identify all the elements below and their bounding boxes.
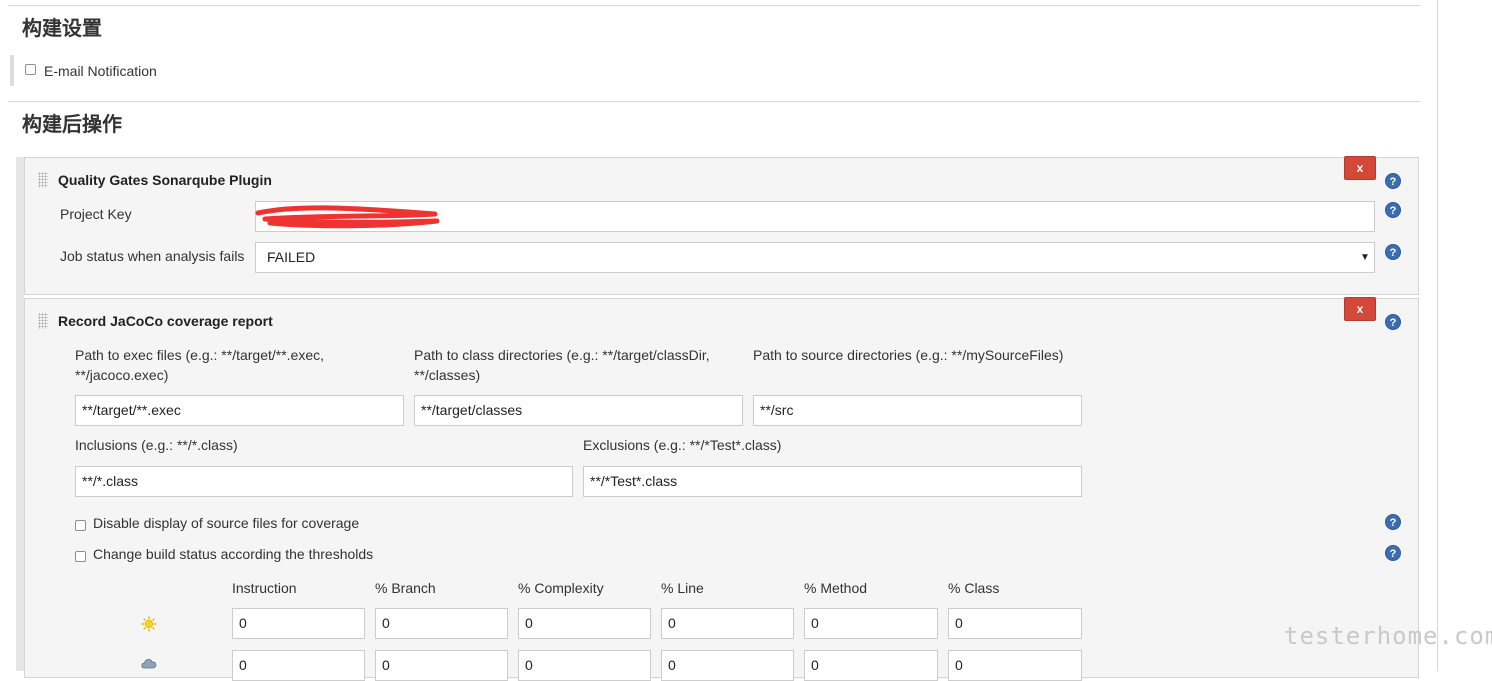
threshold-header-line: % Line (661, 580, 704, 596)
jacoco-drag-handle[interactable] (38, 313, 48, 329)
exec-files-label: Path to exec files (e.g.: **/target/**.e… (75, 347, 325, 383)
threshold-cloudy-class[interactable]: 0 (948, 650, 1082, 681)
sunny-icon (141, 616, 157, 632)
chevron-down-icon: ▼ (1360, 252, 1370, 263)
exclusions-input[interactable]: **/*Test*.class (583, 466, 1082, 497)
project-key-label: Project Key (60, 206, 132, 222)
threshold-sunny-complexity[interactable]: 0 (518, 608, 651, 639)
class-dirs-input[interactable]: **/target/classes (414, 395, 743, 426)
project-key-help-icon[interactable]: ? (1385, 202, 1401, 218)
threshold-header-branch: % Branch (375, 580, 436, 596)
disable-source-checkbox[interactable] (75, 520, 86, 531)
jacoco-help-icon[interactable]: ? (1385, 314, 1401, 330)
inclusions-label: Inclusions (e.g.: **/*.class) (75, 437, 238, 453)
quality-gates-remove-button[interactable]: x (1344, 156, 1376, 180)
job-status-select[interactable]: FAILED (255, 242, 1375, 273)
threshold-header-complexity: % Complexity (518, 580, 604, 596)
redaction-scribble (255, 205, 440, 229)
threshold-sunny-branch[interactable]: 0 (375, 608, 508, 639)
class-dirs-label: Path to class directories (e.g.: **/targ… (414, 347, 710, 383)
jacoco-remove-button[interactable]: x (1344, 297, 1376, 321)
section-divider (8, 101, 1420, 102)
email-notification-checkbox[interactable] (25, 64, 36, 75)
threshold-header-class: % Class (948, 580, 1000, 596)
top-divider (8, 5, 1420, 6)
threshold-sunny-class[interactable]: 0 (948, 608, 1082, 639)
job-status-help-icon[interactable]: ? (1385, 244, 1401, 260)
email-notification-label: E-mail Notification (44, 63, 157, 79)
change-status-label: Change build status according the thresh… (93, 546, 374, 562)
post-build-title: 构建后操作 (22, 112, 122, 136)
threshold-cloudy-line[interactable]: 0 (661, 650, 794, 681)
threshold-cloudy-branch[interactable]: 0 (375, 650, 508, 681)
quality-gates-title: Quality Gates Sonarqube Plugin (58, 172, 272, 188)
threshold-sunny-line[interactable]: 0 (661, 608, 794, 639)
threshold-sunny-method[interactable]: 0 (804, 608, 938, 639)
threshold-header-method: % Method (804, 580, 868, 596)
watermark: testerhome.com (1284, 622, 1492, 650)
cloudy-icon (141, 659, 157, 669)
threshold-cloudy-instruction[interactable]: 0 (232, 650, 365, 681)
disable-source-label: Disable display of source files for cove… (93, 515, 360, 531)
change-status-help-icon[interactable]: ? (1385, 545, 1401, 561)
quality-gates-help-icon[interactable]: ? (1385, 173, 1401, 189)
build-settings-title: 构建设置 (22, 16, 102, 40)
email-notification-indent-bar (10, 55, 14, 86)
threshold-cloudy-method[interactable]: 0 (804, 650, 938, 681)
source-dirs-input[interactable]: **/src (753, 395, 1082, 426)
jacoco-title: Record JaCoCo coverage report (58, 313, 273, 329)
post-build-list-bar (16, 157, 24, 671)
job-status-label: Job status when analysis fails (60, 248, 245, 264)
threshold-cloudy-complexity[interactable]: 0 (518, 650, 651, 681)
threshold-header-instruction: Instruction (232, 580, 297, 596)
disable-source-help-icon[interactable]: ? (1385, 514, 1401, 530)
quality-gates-drag-handle[interactable] (38, 172, 48, 188)
exclusions-label: Exclusions (e.g.: **/*Test*.class) (583, 437, 782, 453)
change-status-checkbox[interactable] (75, 551, 86, 562)
right-scroll-border (1437, 0, 1438, 671)
exec-files-input[interactable]: **/target/**.exec (75, 395, 404, 426)
source-dirs-label: Path to source directories (e.g.: **/myS… (753, 347, 1064, 363)
threshold-sunny-instruction[interactable]: 0 (232, 608, 365, 639)
inclusions-input[interactable]: **/*.class (75, 466, 573, 497)
